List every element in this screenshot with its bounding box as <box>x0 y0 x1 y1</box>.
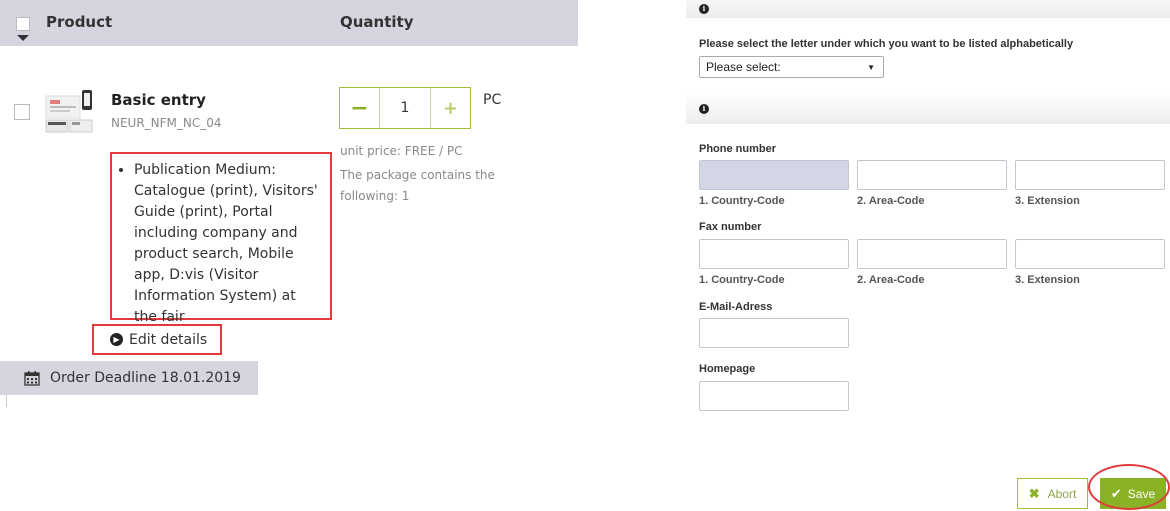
quantity-increase-button[interactable]: + <box>430 88 470 128</box>
order-deadline-bar: Order Deadline 18.01.2019 <box>0 361 258 395</box>
abort-label: Abort <box>1047 486 1077 501</box>
caret-down-icon: ▼ <box>867 62 875 72</box>
order-deadline-text: Order Deadline 18.01.2019 <box>50 370 241 386</box>
quantity-stepper: − 1 + <box>339 87 471 129</box>
calendar-icon <box>24 371 40 386</box>
section-header-bar: i <box>686 92 1170 124</box>
email-input[interactable] <box>699 318 849 348</box>
fax-country-code-input[interactable] <box>699 239 849 269</box>
phone-extension-label: 3. Extension <box>1015 195 1080 207</box>
product-panel: Product Quantity Basic entry NEUR_NFM_NC… <box>0 0 578 511</box>
product-table-header: Product Quantity <box>0 0 578 46</box>
select-all-checkbox[interactable] <box>16 17 30 31</box>
contact-form-panel: i Please select the letter under which y… <box>578 0 1170 511</box>
save-highlight-circle <box>1088 464 1170 510</box>
fax-country-code-label: 1. Country-Code <box>699 274 785 286</box>
alphabet-letter-selected: Please select: <box>706 60 781 74</box>
phone-country-code-label: 1. Country-Code <box>699 195 785 207</box>
fax-extension-input[interactable] <box>1015 239 1165 269</box>
phone-extension-input[interactable] <box>1015 160 1165 190</box>
product-code: NEUR_NFM_NC_04 <box>111 116 222 130</box>
fax-number-label: Fax number <box>699 221 762 233</box>
package-contents: The package contains the following: 1 <box>340 168 495 203</box>
alphabet-letter-select[interactable]: Please select: ▼ <box>699 56 884 78</box>
fax-area-code-input[interactable] <box>857 239 1007 269</box>
homepage-label: Homepage <box>699 363 756 375</box>
phone-area-code-input[interactable] <box>857 160 1007 190</box>
abort-button[interactable]: ✖ Abort <box>1017 478 1088 509</box>
homepage-input[interactable] <box>699 381 849 411</box>
phone-country-code-input[interactable] <box>699 160 849 190</box>
fax-area-code-label: 2. Area-Code <box>857 274 925 286</box>
info-icon[interactable]: i <box>699 104 709 114</box>
edit-details-link[interactable]: ▶ Edit details <box>92 324 222 355</box>
product-description: Publication Medium: Catalogue (print), V… <box>134 160 322 328</box>
info-icon[interactable]: i <box>699 4 709 14</box>
chevron-circle-right-icon: ▶ <box>110 333 123 346</box>
product-description-highlight: Publication Medium: Catalogue (print), V… <box>110 152 332 325</box>
sort-caret-icon[interactable] <box>17 35 29 41</box>
quantity-input[interactable]: 1 <box>380 88 430 128</box>
panel-border <box>6 395 7 407</box>
phone-area-code-label: 2. Area-Code <box>857 195 925 207</box>
alphabet-letter-label: Please select the letter under which you… <box>699 38 1074 50</box>
fax-extension-label: 3. Extension <box>1015 274 1080 286</box>
quantity-column-header: Quantity <box>340 13 414 31</box>
quantity-unit: PC <box>483 92 502 108</box>
times-icon: ✖ <box>1028 485 1040 501</box>
section-header-bar: i <box>686 0 1170 18</box>
quantity-decrease-button[interactable]: − <box>340 88 380 128</box>
unit-price: unit price: FREE / PC <box>340 144 463 158</box>
product-thumbnail <box>45 90 93 133</box>
phone-number-label: Phone number <box>699 143 777 155</box>
product-column-header: Product <box>46 13 113 31</box>
edit-details-label: Edit details <box>129 331 208 348</box>
product-name: Basic entry <box>111 91 206 109</box>
email-label: E-Mail-Adress <box>699 301 773 313</box>
product-row-checkbox[interactable] <box>14 104 30 120</box>
